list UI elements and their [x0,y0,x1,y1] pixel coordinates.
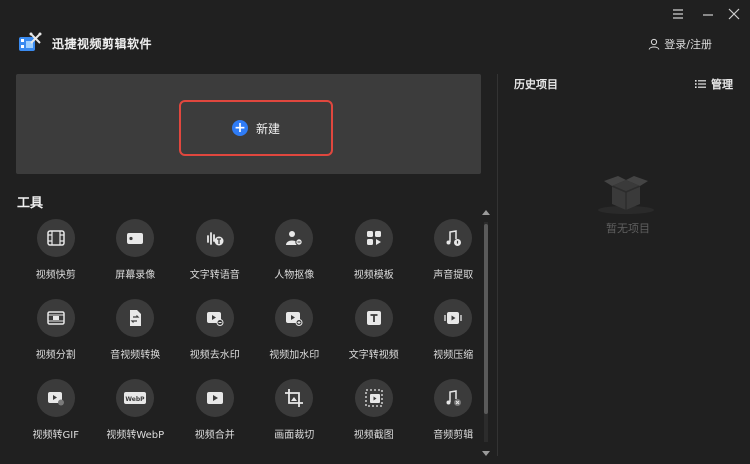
close-button[interactable] [726,6,742,22]
video-screenshot-icon [365,389,383,407]
tool-label: 人物抠像 [274,270,315,281]
tool-person-cutout[interactable]: 人物抠像 [255,219,335,299]
video-to-webp-icon: WebP [124,392,147,404]
scroll-thumb[interactable] [484,224,488,414]
scroll-down-arrow-icon[interactable] [482,451,490,456]
tool-label: 视频快剪 [35,270,76,281]
tool-remove-watermark[interactable]: 视频去水印 [175,299,255,379]
video-template-icon [366,231,381,245]
tool-text-to-speech[interactable]: 文字转语音 [175,219,255,299]
tool-video-template[interactable]: 视频模板 [334,219,414,299]
scroll-up-arrow-icon[interactable] [482,210,490,215]
tool-label: 文字转视频 [348,350,399,361]
tools-scrollbar[interactable] [482,210,490,456]
video-merge-icon [206,392,223,404]
tool-label: 视频转WebP [106,430,165,441]
tool-video-quick-cut[interactable]: 视频快剪 [16,219,96,299]
tool-label: 视频加水印 [269,350,320,361]
login-register-link[interactable]: 登录/注册 [648,36,712,52]
av-convert-icon [130,310,142,326]
text-to-speech-icon [206,232,224,246]
tool-label: 画面裁切 [274,430,315,441]
tools-section-title: 工具 [17,196,44,211]
film-clip-icon [47,230,65,246]
tool-label: 屏幕录像 [115,270,156,281]
minimize-icon [703,14,713,16]
audio-extract-icon [446,230,462,246]
user-icon [648,38,660,50]
tool-screen-record[interactable]: 屏幕录像 [96,219,176,299]
manage-button[interactable]: 管理 [695,76,733,92]
text-to-video-icon [366,311,381,325]
tool-label: 视频转GIF [32,430,79,441]
login-label: 登录/注册 [664,38,712,51]
remove-watermark-icon [206,312,224,326]
person-cutout-icon [286,231,303,246]
tool-label: 视频合并 [194,430,235,441]
tool-text-to-video[interactable]: 文字转视频 [334,299,414,379]
video-split-icon [47,311,65,325]
empty-box-icon [598,176,654,214]
video-to-gif-icon [47,392,64,406]
history-title: 历史项目 [514,78,558,91]
app-title: 迅捷视频剪辑软件 [52,37,153,51]
tool-label: 视频截图 [353,430,394,441]
add-watermark-icon [286,312,303,326]
new-project-button[interactable]: + 新建 [179,100,333,156]
minimize-button[interactable] [700,6,716,22]
empty-history-text: 暂无项目 [606,222,650,235]
tool-video-split[interactable]: 视频分割 [16,299,96,379]
webp-badge: WebP [126,396,146,403]
tools-grid: 视频快剪 屏幕录像 文字转语音 人物抠像 视频模板 声音提取 视频分割 音视频转… [16,219,480,459]
tool-av-convert[interactable]: 音视频转换 [96,299,176,379]
tool-label: 视频模板 [353,270,394,281]
tool-crop[interactable]: 画面裁切 [255,379,335,459]
manage-label: 管理 [711,78,733,91]
tool-label: 视频去水印 [189,350,240,361]
list-icon [695,80,706,88]
plus-icon: + [231,120,248,136]
tool-video-to-webp[interactable]: WebP 视频转WebP [96,379,176,459]
screen-record-icon [127,233,144,244]
tool-video-to-gif[interactable]: 视频转GIF [16,379,96,459]
panel-divider [497,74,498,456]
tool-label: 视频压缩 [433,350,474,361]
close-icon [728,8,740,20]
tool-label: 声音提取 [433,270,474,281]
tool-video-merge[interactable]: 视频合并 [175,379,255,459]
new-project-label: 新建 [255,121,280,136]
tool-label: 视频分割 [35,350,76,361]
tool-label: 音频剪辑 [433,430,474,441]
crop-icon [285,389,304,407]
menu-icon [673,9,683,19]
title-bar: 迅捷视频剪辑软件 登录/注册 [0,0,750,74]
tool-add-watermark[interactable]: 视频加水印 [255,299,335,379]
tool-label: 音视频转换 [110,350,161,361]
tool-video-screenshot[interactable]: 视频截图 [334,379,414,459]
audio-cut-icon [446,390,462,406]
tool-label: 文字转语音 [189,270,240,281]
app-logo-icon [19,32,42,51]
video-compress-icon [444,312,462,324]
menu-button[interactable] [670,6,686,22]
